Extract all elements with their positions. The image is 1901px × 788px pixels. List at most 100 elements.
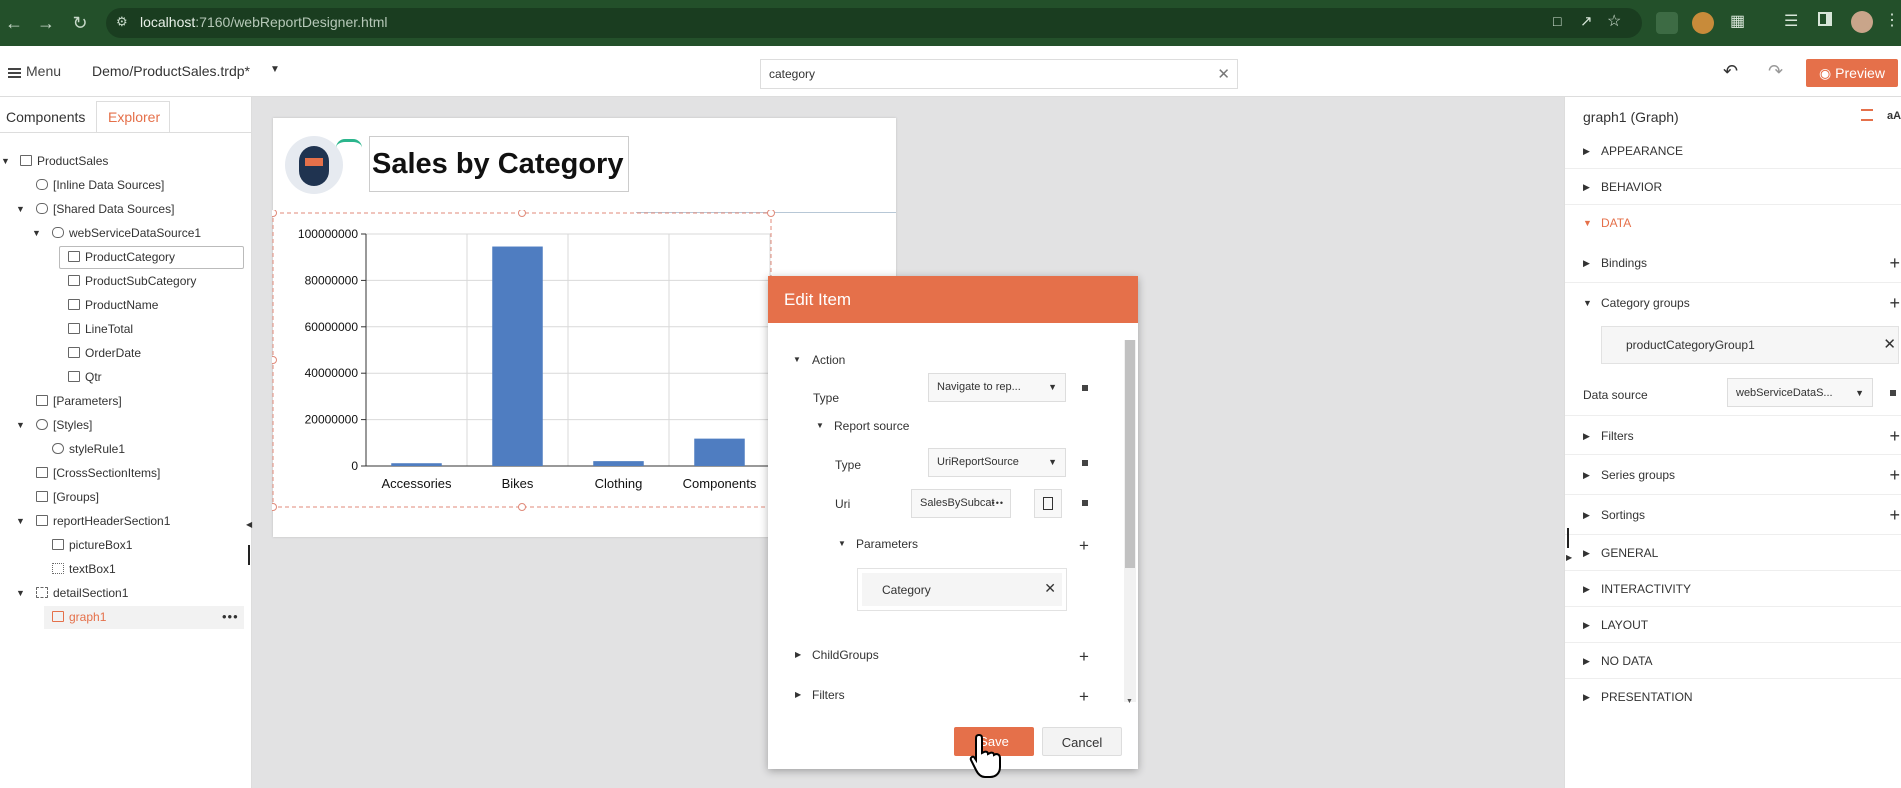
report-logo[interactable] — [285, 136, 343, 194]
preview-button[interactable]: ◉ Preview — [1806, 59, 1898, 87]
add-filter-icon[interactable]: + — [1079, 688, 1089, 705]
tree-item-detailsection1[interactable]: detailSection1 — [36, 582, 128, 604]
tree-item-textbox1[interactable]: textBox1 — [52, 558, 116, 580]
media-icon[interactable]: ☰ — [1784, 11, 1798, 31]
add-sorting-icon[interactable]: + — [1889, 495, 1900, 535]
reset-marker-icon[interactable] — [1890, 390, 1896, 396]
tree-item-productname[interactable]: ProductName — [68, 294, 158, 316]
tree-item-qtr[interactable]: Qtr — [68, 366, 102, 388]
add-parameter-icon[interactable]: + — [1079, 537, 1089, 554]
expand-caret[interactable]: ▼ — [16, 198, 25, 220]
tree-item-stylerule1[interactable]: styleRule1 — [52, 438, 125, 460]
reset-marker-icon[interactable] — [1082, 500, 1088, 506]
browser-menu-icon[interactable]: ⋮ — [1884, 10, 1900, 30]
splitter-handle[interactable] — [1567, 528, 1569, 548]
section-data[interactable]: ▼ DATA — [1565, 205, 1901, 241]
prop-filters[interactable]: ▶ Filters + — [1565, 415, 1901, 455]
puzzle-icon[interactable]: ▦ — [1730, 11, 1745, 31]
section-no-data[interactable]: ▶ NO DATA — [1565, 643, 1901, 679]
add-category-group-icon[interactable]: + — [1889, 283, 1900, 323]
parameters-label[interactable]: Parameters — [856, 534, 918, 554]
tree-item-productsales[interactable]: ProductSales — [20, 150, 108, 172]
reset-marker-icon[interactable] — [1082, 460, 1088, 466]
uri-input[interactable]: SalesBySubcat ••• — [911, 489, 1011, 518]
resize-handle[interactable] — [272, 210, 277, 217]
expand-caret[interactable]: ▼ — [32, 222, 41, 244]
reload-icon[interactable]: ↻ — [66, 0, 94, 46]
prop-category-groups[interactable]: ▼ Category groups + — [1565, 283, 1901, 323]
action-section-label[interactable]: Action — [812, 350, 845, 370]
document-selector[interactable]: Demo/ProductSales.trdp* — [92, 63, 250, 79]
extension-icon[interactable] — [1656, 12, 1678, 34]
report-source-type-select[interactable]: UriReportSource ▼ — [928, 448, 1066, 477]
expand-caret[interactable]: ▼ — [1, 150, 10, 172]
section-behavior[interactable]: ▶ BEHAVIOR — [1565, 169, 1901, 205]
menu-button[interactable]: Menu — [26, 63, 61, 79]
tree-item-graph1[interactable]: graph1 — [52, 606, 106, 628]
profile-avatar[interactable] — [1851, 11, 1873, 33]
more-icon[interactable]: ••• — [992, 490, 1004, 517]
data-source-select[interactable]: webServiceDataS... ▼ — [1727, 378, 1873, 407]
back-icon[interactable]: ← — [0, 0, 28, 46]
tree-item-linetotal[interactable]: LineTotal — [68, 318, 133, 340]
tree-item-parameters[interactable]: [Parameters] — [36, 390, 122, 412]
collapse-caret[interactable]: ▼ — [793, 350, 801, 370]
redo-icon[interactable]: ↷ — [1768, 61, 1783, 82]
expand-caret[interactable]: ▶ — [795, 645, 801, 665]
resize-handle[interactable] — [272, 503, 277, 511]
remove-icon[interactable]: ✕ — [1883, 335, 1896, 353]
resize-handle[interactable] — [767, 210, 775, 217]
tree-item-styles[interactable]: [Styles] — [36, 414, 92, 436]
section-interactivity[interactable]: ▶ INTERACTIVITY — [1565, 571, 1901, 607]
tab-components[interactable]: Components — [6, 107, 85, 133]
prop-series-groups[interactable]: ▶ Series groups + — [1565, 455, 1901, 495]
category-group-item[interactable]: productCategoryGroup1 ✕ — [1601, 326, 1899, 364]
tree-item-groups[interactable]: [Groups] — [36, 486, 99, 508]
site-settings-icon[interactable]: ⚙ — [116, 14, 128, 30]
expand-caret[interactable]: ▼ — [16, 414, 25, 436]
browse-file-button[interactable] — [1034, 489, 1062, 518]
expand-caret[interactable]: ▼ — [16, 582, 25, 604]
chevron-down-icon[interactable]: ▼ — [270, 64, 280, 75]
section-general[interactable]: ▶ GENERAL — [1565, 535, 1901, 571]
prop-sortings[interactable]: ▶ Sortings + — [1565, 495, 1901, 535]
tree-item-inline-data-sources[interactable]: [Inline Data Sources] — [36, 174, 164, 196]
section-layout[interactable]: ▶ LAYOUT — [1565, 607, 1901, 643]
tree-item-productsubcategory[interactable]: ProductSubCategory — [68, 270, 196, 292]
section-presentation[interactable]: ▶ PRESENTATION — [1565, 679, 1901, 715]
search-input[interactable] — [761, 60, 1201, 88]
side-panel-icon[interactable] — [1818, 12, 1832, 26]
collapse-caret[interactable]: ▼ — [838, 534, 846, 554]
text-size-icon[interactable]: aA — [1887, 110, 1901, 122]
copy-icon[interactable]: □ — [1553, 13, 1561, 29]
tree-item-webservicedatasource1[interactable]: webServiceDataSource1 — [52, 222, 201, 244]
undo-icon[interactable]: ↶ — [1723, 61, 1738, 82]
tab-explorer[interactable]: Explorer — [108, 107, 160, 133]
tree-item-reportheadersection1[interactable]: reportHeaderSection1 — [36, 510, 170, 532]
tree-item-orderdate[interactable]: OrderDate — [68, 342, 141, 364]
resize-handle[interactable] — [518, 503, 526, 511]
cancel-button[interactable]: Cancel — [1042, 727, 1122, 756]
resize-handle[interactable] — [272, 356, 277, 364]
more-options-icon[interactable]: ••• — [222, 606, 239, 628]
collapse-left-icon[interactable]: ◀ — [246, 520, 252, 529]
splitter-handle[interactable] — [248, 545, 250, 565]
tree-item-productcategory[interactable]: ProductCategory — [68, 246, 175, 268]
report-source-label[interactable]: Report source — [834, 416, 909, 436]
resize-handle[interactable] — [518, 210, 526, 217]
graph1-chart[interactable]: 100000000 80000000 60000000 40000000 2000000… — [272, 210, 775, 515]
section-appearance[interactable]: ▶ APPEARANCE — [1565, 133, 1901, 169]
hamburger-icon[interactable] — [8, 66, 21, 80]
add-binding-icon[interactable]: + — [1889, 243, 1900, 283]
clear-search-icon[interactable]: ✕ — [1217, 65, 1230, 83]
scrollbar-thumb[interactable] — [1125, 340, 1135, 568]
collapse-caret[interactable]: ▼ — [816, 416, 824, 436]
scroll-down-icon[interactable]: ▼ — [1126, 698, 1133, 705]
expand-caret[interactable]: ▶ — [795, 685, 801, 705]
add-childgroup-icon[interactable]: + — [1079, 648, 1089, 665]
filters-label[interactable]: Filters — [812, 685, 845, 705]
forward-icon[interactable]: → — [32, 0, 60, 46]
action-type-select[interactable]: Navigate to rep... ▼ — [928, 373, 1066, 402]
add-filter-icon[interactable]: + — [1889, 416, 1900, 456]
prop-bindings[interactable]: ▶ Bindings + — [1565, 243, 1901, 283]
